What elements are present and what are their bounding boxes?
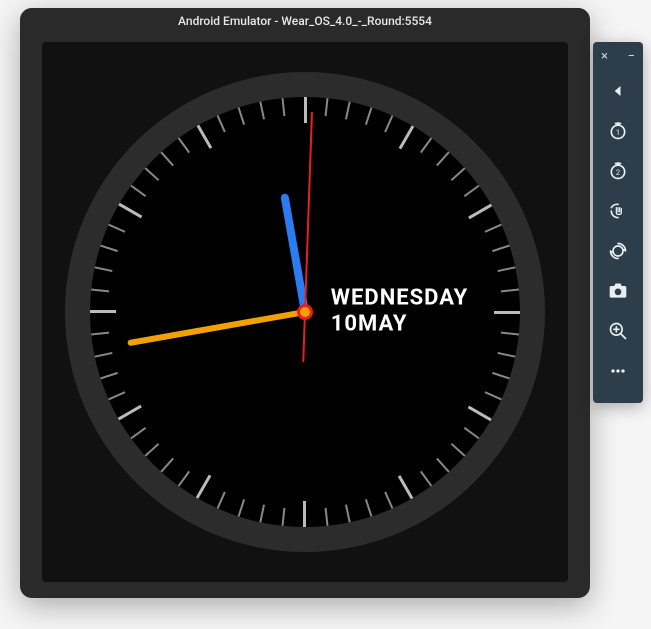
toolbar-close-button[interactable]: × — [601, 50, 608, 63]
palm-button[interactable] — [600, 193, 636, 229]
tick-mark — [100, 372, 118, 379]
tick-mark — [160, 152, 174, 167]
tick-mark — [485, 224, 502, 233]
window-title: Android Emulator - Wear_OS_4.0_-_Round:5… — [178, 14, 432, 28]
toolbar-window-controls: × − — [593, 50, 643, 69]
more-button[interactable] — [600, 353, 636, 389]
tick-mark — [485, 391, 502, 400]
tick-mark — [91, 289, 109, 293]
tick-mark — [130, 427, 146, 439]
tick-mark — [118, 203, 142, 219]
emulator-window: Android Emulator - Wear_OS_4.0_-_Round:5… — [20, 8, 590, 598]
button-2[interactable]: 2 — [600, 153, 636, 189]
tick-mark — [303, 501, 306, 527]
tick-mark — [196, 125, 212, 149]
tick-mark — [501, 289, 519, 293]
tick-mark — [108, 391, 125, 400]
tick-mark — [90, 310, 116, 313]
tick-mark — [217, 115, 226, 132]
svg-text:2: 2 — [616, 168, 620, 177]
palm-icon — [608, 201, 628, 221]
tick-mark — [467, 406, 491, 422]
minute-hand — [127, 309, 305, 346]
tick-mark — [94, 352, 112, 358]
button-1[interactable]: 1 — [600, 113, 636, 149]
watch-face[interactable]: WEDNESDAY 10MAY — [90, 97, 520, 527]
device-frame: WEDNESDAY 10MAY — [42, 42, 568, 582]
tick-mark — [259, 101, 265, 119]
watch-bezel: WEDNESDAY 10MAY — [65, 72, 545, 552]
tick-mark — [492, 245, 510, 252]
tick-mark — [384, 492, 393, 509]
camera-icon — [608, 281, 628, 301]
tick-mark — [464, 427, 480, 439]
tick-mark — [325, 508, 329, 526]
emulator-toolbar: × − 1 2 — [593, 42, 643, 403]
tick-mark — [492, 372, 510, 379]
tick-mark — [398, 125, 414, 149]
tick-mark — [420, 137, 432, 153]
tick-mark — [282, 508, 286, 526]
tilt-button[interactable] — [600, 233, 636, 269]
tick-mark — [91, 332, 109, 336]
circle-2-icon: 2 — [608, 161, 628, 181]
tick-mark — [282, 98, 286, 116]
tick-mark — [384, 115, 393, 132]
tick-mark — [436, 152, 450, 167]
tick-mark — [160, 458, 174, 473]
tick-mark — [345, 101, 351, 119]
date-complication: WEDNESDAY 10MAY — [331, 286, 468, 339]
tick-mark — [195, 475, 211, 499]
zoom-in-icon — [608, 321, 628, 341]
tick-mark — [130, 185, 146, 197]
tick-mark — [365, 107, 372, 125]
tick-mark — [108, 224, 125, 233]
tick-mark — [451, 167, 466, 181]
more-icon — [608, 361, 628, 381]
back-button[interactable] — [600, 73, 636, 109]
tilt-icon — [608, 241, 628, 261]
tick-mark — [238, 107, 245, 125]
back-icon — [608, 81, 628, 101]
tick-mark — [145, 443, 160, 457]
zoom-button[interactable] — [600, 313, 636, 349]
tick-mark — [178, 137, 190, 153]
tick-mark — [497, 352, 515, 358]
second-hand — [304, 112, 313, 312]
svg-text:1: 1 — [616, 128, 620, 137]
tick-mark — [464, 185, 480, 197]
tick-mark — [436, 458, 450, 473]
tick-mark — [178, 471, 190, 487]
tick-mark — [304, 97, 307, 123]
tick-mark — [501, 332, 519, 336]
date-label: 10MAY — [331, 312, 468, 338]
circle-1-icon: 1 — [608, 121, 628, 141]
tick-mark — [451, 443, 466, 457]
tick-mark — [397, 475, 413, 499]
center-cap — [297, 304, 313, 320]
tick-mark — [94, 266, 112, 272]
screenshot-button[interactable] — [600, 273, 636, 309]
tick-mark — [117, 405, 141, 421]
tick-mark — [238, 499, 245, 517]
tick-mark — [420, 471, 432, 487]
tick-mark — [217, 492, 226, 509]
tick-mark — [100, 245, 118, 252]
tick-mark — [145, 167, 160, 181]
tick-mark — [365, 499, 372, 517]
tick-mark — [345, 504, 351, 522]
day-label: WEDNESDAY — [331, 286, 468, 312]
toolbar-minimize-button[interactable]: − — [628, 50, 635, 63]
tick-mark — [494, 311, 520, 314]
tick-mark — [259, 504, 265, 522]
tick-mark — [325, 98, 329, 116]
tick-mark — [468, 204, 492, 220]
tick-mark — [497, 266, 515, 272]
title-bar[interactable]: Android Emulator - Wear_OS_4.0_-_Round:5… — [20, 8, 590, 34]
